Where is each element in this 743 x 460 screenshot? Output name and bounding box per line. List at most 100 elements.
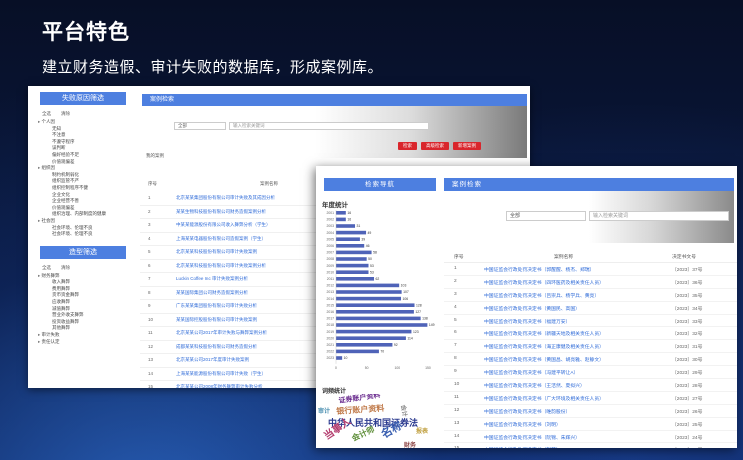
case-name-link[interactable]: 中国证监会行政处罚决定书（吕崇兵、杨学兵、黄亮） <box>484 292 599 299</box>
search-input[interactable]: 输入检索关键词 <box>589 211 729 221</box>
search-nav-sidebar: 检索导航 年度统计 2001 16 2002 16 2003 31 2004 49 2005 39… <box>316 166 438 448</box>
tree-item[interactable]: 营业外收支舞弊 <box>38 312 136 319</box>
case-name-link[interactable]: 中国证监会行政处罚决定书（郭醒醒、杨杰、郑瑞） <box>484 266 594 273</box>
table-row: 11 中国证监会行政处罚决定书（广大环境及相关责任人员） 〔2023〕27号 <box>444 392 737 405</box>
my-cases-label[interactable]: 我的案例 <box>146 153 164 159</box>
year-stats-chart: 2001 16 2002 16 2003 31 2004 49 2005 39 2006 46 2007… <box>326 210 435 370</box>
year-bar-value: 138 <box>422 317 428 321</box>
x-tick-label: 0 <box>335 366 337 370</box>
tree-item[interactable]: 组织治理、内部制度的健康 <box>38 211 136 218</box>
row-number: 2 <box>454 278 457 284</box>
col-no: 序号 <box>454 255 464 260</box>
tree-item[interactable]: 审计失败 <box>38 332 136 339</box>
case-name-link[interactable]: 广东某某集团股份有限公司审计失败分析 <box>176 303 257 309</box>
tree-item[interactable]: 不注意 <box>38 132 136 139</box>
case-name-link[interactable]: 中国证监会行政处罚决定书（王洁然、夏拟兴） <box>484 382 585 389</box>
case-name-link[interactable]: 上海某某能源股份有限公司审计失败（学生） <box>176 371 266 377</box>
year-tick-label: 2010 <box>326 270 334 274</box>
word-cloud-term: 审计 <box>318 409 331 415</box>
case-name-link[interactable]: 北京某某集团股份有限公司审计失败及其成因分析 <box>176 195 275 201</box>
year-tick-label: 2013 <box>326 290 334 294</box>
row-number: 7 <box>148 276 151 281</box>
tree-item[interactable]: 个人因 <box>38 119 136 126</box>
year-bar <box>336 277 375 281</box>
tree-item[interactable]: 责任认定 <box>38 339 136 346</box>
word-cloud-term: 当事人 <box>322 416 354 443</box>
row-number: 5 <box>148 249 151 254</box>
year-tick-label: 2004 <box>326 231 334 235</box>
tree-item[interactable]: 偏好经验不足 <box>38 152 136 159</box>
case-name-link[interactable]: Luckin Coffee Inc 审计失败案例分析 <box>176 276 248 282</box>
row-number: 10 <box>454 382 460 388</box>
year-tick-label: 2001 <box>326 211 334 215</box>
tree-item[interactable]: 组织监管不严 <box>38 178 136 185</box>
advanced-search-button[interactable]: 高级检索 <box>421 142 449 150</box>
table-row: 1 中国证监会行政处罚决定书（郭醒醒、杨杰、郑瑞） 〔2023〕37号 <box>444 263 737 276</box>
scope-select[interactable]: 全部 <box>174 122 226 130</box>
case-name-link[interactable]: 中国证监会行政处罚决定书（四环医药及相关责任人员） <box>484 279 604 286</box>
case-name-link[interactable]: 北京某某公司2017年审计失败与舞弊案例分析 <box>176 330 267 336</box>
case-name-link[interactable]: 中国证监会行政处罚决定书（黄国昌、胡亮雅、赵静文） <box>484 356 604 363</box>
table-row: 8 中国证监会行政处罚决定书（黄国昌、胡亮雅、赵静文） 〔2023〕30号 <box>444 353 737 367</box>
case-name-link[interactable]: 成都某某科技股份有限公司财务造假分析 <box>176 344 257 350</box>
word-cloud-term: 会计 <box>399 404 408 418</box>
year-bar-value: 58 <box>373 251 377 255</box>
year-bar <box>336 323 428 327</box>
year-bar-value: 114 <box>407 336 413 340</box>
row-number: 1 <box>148 195 151 200</box>
table-row: 7 中国证监会行政处罚决定书（海正康健及相关责任人员） 〔2023〕31号 <box>444 340 737 354</box>
new-case-button[interactable]: 新增案例 <box>453 142 481 150</box>
tree-item[interactable]: 误判断 <box>38 145 136 152</box>
clear-link[interactable]: 清除 <box>61 111 70 117</box>
search-banner: 全部 输入检索关键词 检索 高级检索 新增案例 <box>142 106 527 158</box>
case-name-link[interactable]: 中国证监会行政处罚决定书（唯韵股份） <box>484 408 570 415</box>
case-name-link[interactable]: 北京某某公司2008年财务舞弊审计失败分析 <box>176 384 263 388</box>
col-name: 案例名称 <box>554 255 574 260</box>
type-tree: 财务舞弊收入舞弊费用舞弊货币资金舞弊应收舞弊减值舞弊营业外收支舞弊投资收益舞弊其… <box>28 273 136 346</box>
row-number: 6 <box>454 330 457 336</box>
case-name-link[interactable]: 某某国际控股股份有限公司审计失败案例 <box>176 317 257 323</box>
case-name-link[interactable]: 中国证监会行政处罚决定书（冯建平转让A） <box>484 369 578 376</box>
x-tick-label: 150 <box>425 366 431 370</box>
case-name-link[interactable]: 中国证监会行政处罚决定书（广大环境及相关责任人员） <box>484 395 604 402</box>
case-name-link[interactable]: 上海某某电器股份有限公司造假案例（学生） <box>176 236 266 242</box>
tree-item[interactable]: 社会环境、伦理不良 <box>38 231 136 238</box>
case-name-link[interactable]: 某某生物科技股份有限公司财务造假案例分析 <box>176 209 266 215</box>
select-all-link[interactable]: 全选 <box>42 111 51 117</box>
decision-number: 〔2023〕29号 <box>672 371 703 377</box>
tree-item[interactable]: 组织因 <box>38 165 136 172</box>
select-all-link[interactable]: 全选 <box>42 265 51 271</box>
scope-select[interactable]: 全部 <box>506 211 586 221</box>
year-tick-label: 2016 <box>326 310 334 314</box>
case-name-link[interactable]: 某某国际集团公司财务造假案例分析 <box>176 290 248 296</box>
case-name-link[interactable]: 北京某某科技股份有限公司审计失败案例 <box>176 249 257 255</box>
tree-item[interactable]: 组织控制程序不健 <box>38 185 136 192</box>
case-name-link[interactable]: 北京某某科技股份有限公司审计失败案例分析 <box>176 263 266 269</box>
clear-link[interactable]: 清除 <box>61 265 70 271</box>
case-name-link[interactable]: 中国证监会行政处罚决定书（刘明） <box>484 421 561 428</box>
year-bar <box>336 349 379 354</box>
tree-item[interactable]: 企业经营不善 <box>38 198 136 205</box>
case-name-link[interactable]: 中国证监会行政处罚决定书（海正康健及相关责任人员） <box>484 343 604 350</box>
case-name-link[interactable]: 北京某某公司2017年度审计失败案例 <box>176 357 249 363</box>
tree-item[interactable]: 收入舞弊 <box>38 279 136 286</box>
year-tick-label: 2014 <box>326 297 334 301</box>
search-button[interactable]: 检索 <box>398 142 417 150</box>
case-name-link[interactable]: 中国证监会行政处罚决定书（福建万安） <box>484 318 570 325</box>
case-name-link[interactable]: 中国证监会行政处罚决定书（刘某） <box>484 446 561 448</box>
row-number: 5 <box>454 317 457 323</box>
row-number: 4 <box>454 304 457 310</box>
year-tick-label: 2011 <box>327 277 334 281</box>
year-bar <box>336 283 400 288</box>
case-name-link[interactable]: 中国证监会行政处罚决定书（阮锦、朱辉兴） <box>484 434 580 441</box>
year-tick-label: 2007 <box>326 251 334 255</box>
tree-item[interactable]: 社会因 <box>38 218 136 225</box>
case-search-main-2: 案例检索 全部 输入检索关键词 序号 案例名称 决定书文号 1 中国证监会行政处罚… <box>444 166 737 448</box>
year-bar-value: 92 <box>394 343 398 347</box>
search-input[interactable]: 输入检索关键词 <box>229 122 429 130</box>
case-name-link[interactable]: 中国证监会行政处罚决定书（新疆天地及相关责任人员） <box>484 330 604 337</box>
case-name-link[interactable]: 中国证监会行政处罚决定书（黄国民、高国） <box>484 305 580 312</box>
tree-item[interactable]: 应收舞弊 <box>38 299 136 306</box>
case-name-link[interactable]: 中某某能源股份有限公司收入舞弊分析（学生） <box>176 222 271 228</box>
row-number: 12 <box>454 407 460 413</box>
